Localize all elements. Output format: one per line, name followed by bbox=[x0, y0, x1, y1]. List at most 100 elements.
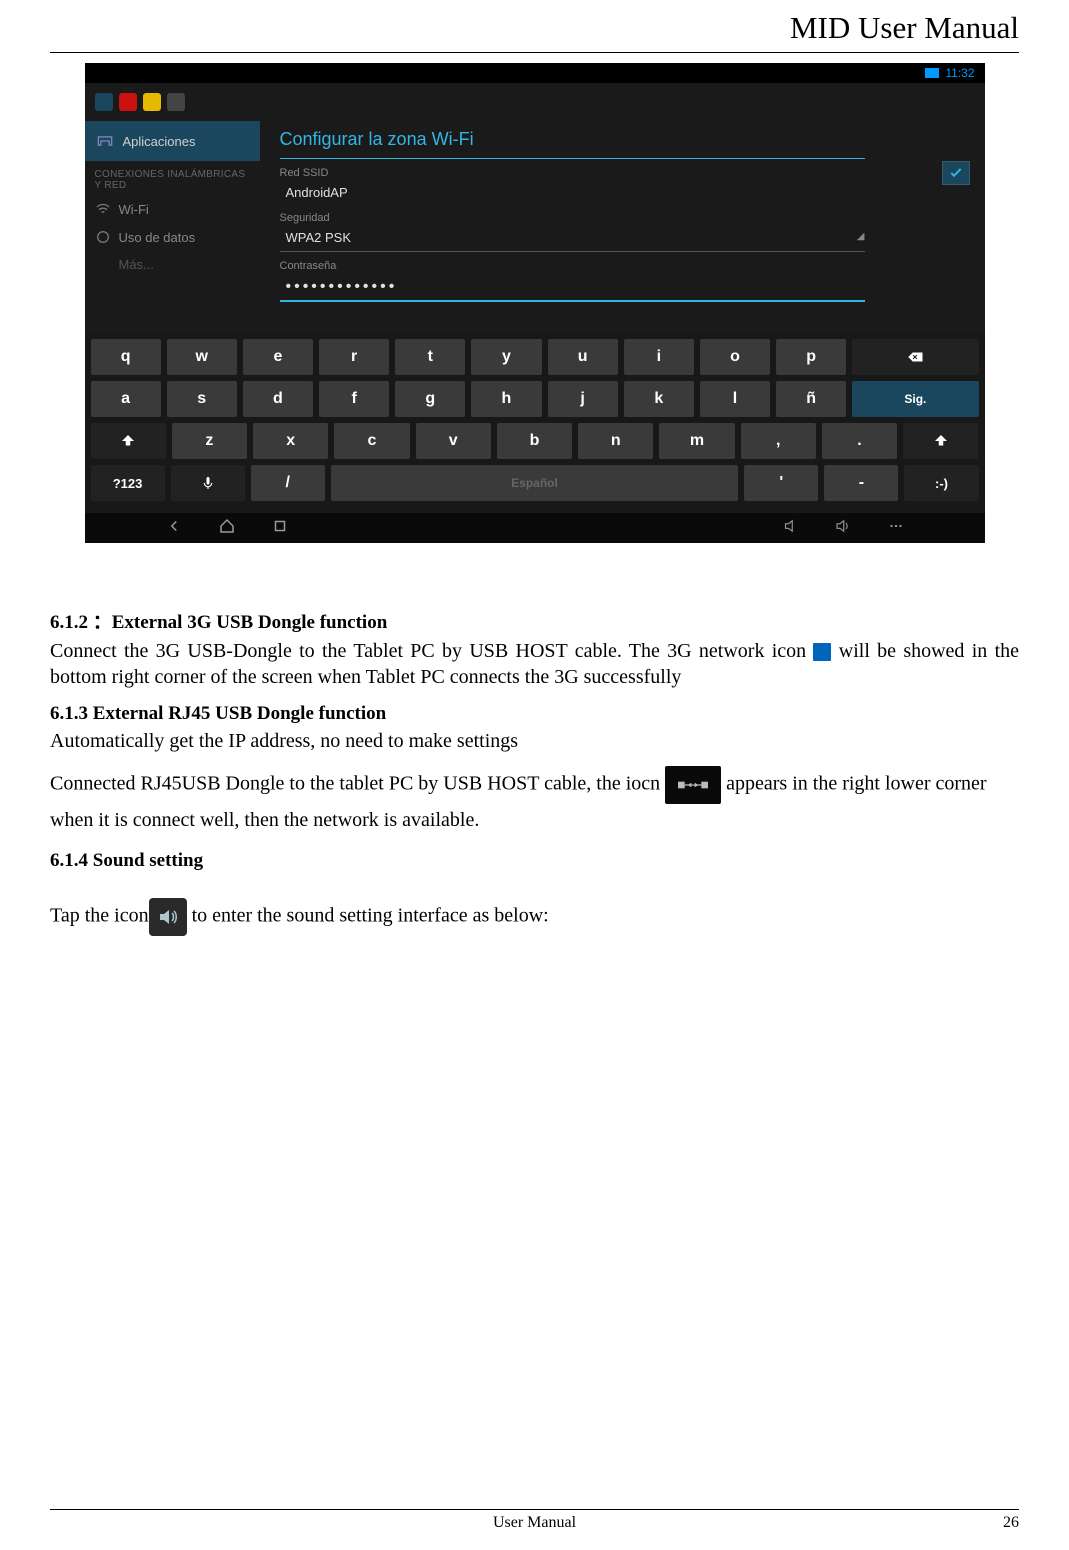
android-screenshot: 11:32 Aplicaciones CONEXIONES INALÁMBRIC… bbox=[85, 63, 985, 541]
key-dash[interactable]: - bbox=[824, 465, 898, 501]
menu-icon bbox=[887, 517, 905, 535]
key-a[interactable]: a bbox=[91, 381, 161, 417]
key-apostrophe[interactable]: ' bbox=[744, 465, 818, 501]
key-next[interactable]: Sig. bbox=[852, 381, 978, 417]
key-t[interactable]: t bbox=[395, 339, 465, 375]
app-icon-4 bbox=[167, 93, 185, 111]
dialog-title: Configurar la zona Wi-Fi bbox=[280, 121, 865, 159]
back-icon bbox=[165, 517, 183, 535]
hotspot-checkbox[interactable] bbox=[942, 161, 970, 185]
key-v[interactable]: v bbox=[416, 423, 491, 459]
key-j[interactable]: j bbox=[548, 381, 618, 417]
wifi-hotspot-dialog: Configurar la zona Wi-Fi Red SSID Androi… bbox=[260, 121, 885, 333]
key-m[interactable]: m bbox=[659, 423, 734, 459]
key-p[interactable]: p bbox=[776, 339, 846, 375]
key-space[interactable]: Español bbox=[331, 465, 738, 501]
security-value: WPA2 PSK bbox=[280, 226, 358, 249]
key-g[interactable]: g bbox=[395, 381, 465, 417]
key-l[interactable]: l bbox=[700, 381, 770, 417]
security-dropdown[interactable]: WPA2 PSK ◢ bbox=[280, 224, 865, 252]
nav-home[interactable] bbox=[218, 517, 236, 540]
key-shift-left[interactable] bbox=[91, 423, 166, 459]
key-c[interactable]: c bbox=[334, 423, 409, 459]
section-614-body: Tap the icon to enter the sound setting … bbox=[50, 898, 1019, 936]
sidebar-section-label: CONEXIONES INALÁMBRICAS Y RED bbox=[85, 161, 260, 195]
footer-rule bbox=[50, 1509, 1019, 1510]
key-z[interactable]: z bbox=[172, 423, 247, 459]
key-x[interactable]: x bbox=[253, 423, 328, 459]
status-time: 11:32 bbox=[945, 66, 974, 80]
section-612-body: Connect the 3G USB-Dongle to the Tablet … bbox=[50, 638, 1019, 690]
key-b[interactable]: b bbox=[497, 423, 572, 459]
sidebar-item-wifi[interactable]: Wi-Fi bbox=[85, 195, 260, 223]
key-slash[interactable]: / bbox=[251, 465, 325, 501]
nav-recent[interactable] bbox=[271, 517, 289, 540]
data-usage-icon bbox=[95, 229, 111, 245]
nav-menu[interactable] bbox=[887, 517, 905, 540]
key-r[interactable]: r bbox=[319, 339, 389, 375]
sound-settings-icon bbox=[149, 898, 187, 936]
key-n[interactable]: n bbox=[578, 423, 653, 459]
key-enye[interactable]: ñ bbox=[776, 381, 846, 417]
app-bar bbox=[85, 83, 985, 121]
key-comma[interactable]: , bbox=[741, 423, 816, 459]
sidebar-item-label: Wi-Fi bbox=[119, 202, 149, 217]
section-612-title: 6.1.2 ：External 3G USB Dongle function bbox=[50, 611, 1019, 636]
key-f[interactable]: f bbox=[319, 381, 389, 417]
nav-vol-down[interactable] bbox=[781, 517, 799, 540]
volume-down-icon bbox=[781, 517, 799, 535]
key-period[interactable]: . bbox=[822, 423, 897, 459]
sidebar-item-data[interactable]: Uso de datos bbox=[85, 223, 260, 251]
security-label: Seguridad bbox=[280, 212, 865, 224]
home-icon bbox=[218, 517, 236, 535]
password-field[interactable]: ••••••••••••• bbox=[280, 274, 865, 302]
key-w[interactable]: w bbox=[167, 339, 237, 375]
sidebar-item-label: Uso de datos bbox=[119, 230, 196, 245]
ssid-field[interactable]: AndroidAP bbox=[280, 181, 865, 204]
app-icon-1 bbox=[95, 93, 113, 111]
nav-back[interactable] bbox=[165, 517, 183, 540]
key-emoji[interactable]: :-) bbox=[904, 465, 978, 501]
key-voice[interactable] bbox=[171, 465, 245, 501]
sidebar-header-text: Aplicaciones bbox=[123, 134, 196, 149]
key-shift-right[interactable] bbox=[903, 423, 978, 459]
key-symbols[interactable]: ?123 bbox=[91, 465, 165, 501]
section-614-title: 6.1.4 Sound setting bbox=[50, 849, 1019, 874]
app-icon-2 bbox=[119, 93, 137, 111]
page-footer: User Manual bbox=[50, 1509, 1019, 1532]
dropdown-caret-icon: ◢ bbox=[857, 231, 865, 242]
soft-keyboard: q w e r t y u i o p a s d f g h j k bbox=[85, 333, 985, 513]
key-y[interactable]: y bbox=[471, 339, 541, 375]
system-nav-bar bbox=[85, 513, 985, 543]
key-o[interactable]: o bbox=[700, 339, 770, 375]
mic-icon bbox=[199, 474, 217, 492]
recent-icon bbox=[271, 517, 289, 535]
key-u[interactable]: u bbox=[548, 339, 618, 375]
app-icon-3 bbox=[143, 93, 161, 111]
check-icon bbox=[948, 165, 964, 181]
tethering-icon bbox=[95, 131, 115, 151]
password-label: Contraseña bbox=[280, 260, 865, 272]
key-i[interactable]: i bbox=[624, 339, 694, 375]
key-h[interactable]: h bbox=[471, 381, 541, 417]
wifi-icon bbox=[95, 201, 111, 217]
key-k[interactable]: k bbox=[624, 381, 694, 417]
ethernet-icon bbox=[665, 766, 721, 804]
key-d[interactable]: d bbox=[243, 381, 313, 417]
key-e[interactable]: e bbox=[243, 339, 313, 375]
header-rule bbox=[50, 52, 1019, 53]
ssid-label: Red SSID bbox=[280, 167, 865, 179]
key-q[interactable]: q bbox=[91, 339, 161, 375]
key-backspace[interactable] bbox=[852, 339, 978, 375]
sidebar-header[interactable]: Aplicaciones bbox=[85, 121, 260, 161]
document-body: 6.1.2 ：External 3G USB Dongle function C… bbox=[50, 611, 1019, 936]
nav-vol-up[interactable] bbox=[834, 517, 852, 540]
page-header-title: MID User Manual bbox=[50, 10, 1019, 46]
battery-icon bbox=[925, 68, 939, 78]
key-s[interactable]: s bbox=[167, 381, 237, 417]
section-613-title: 6.1.3 External RJ45 USB Dongle function bbox=[50, 702, 1019, 727]
sidebar-item-label: Más... bbox=[119, 257, 154, 272]
dialog-right-panel bbox=[885, 121, 985, 333]
sidebar-item-more[interactable]: Más... bbox=[85, 251, 260, 278]
volume-up-icon bbox=[834, 517, 852, 535]
